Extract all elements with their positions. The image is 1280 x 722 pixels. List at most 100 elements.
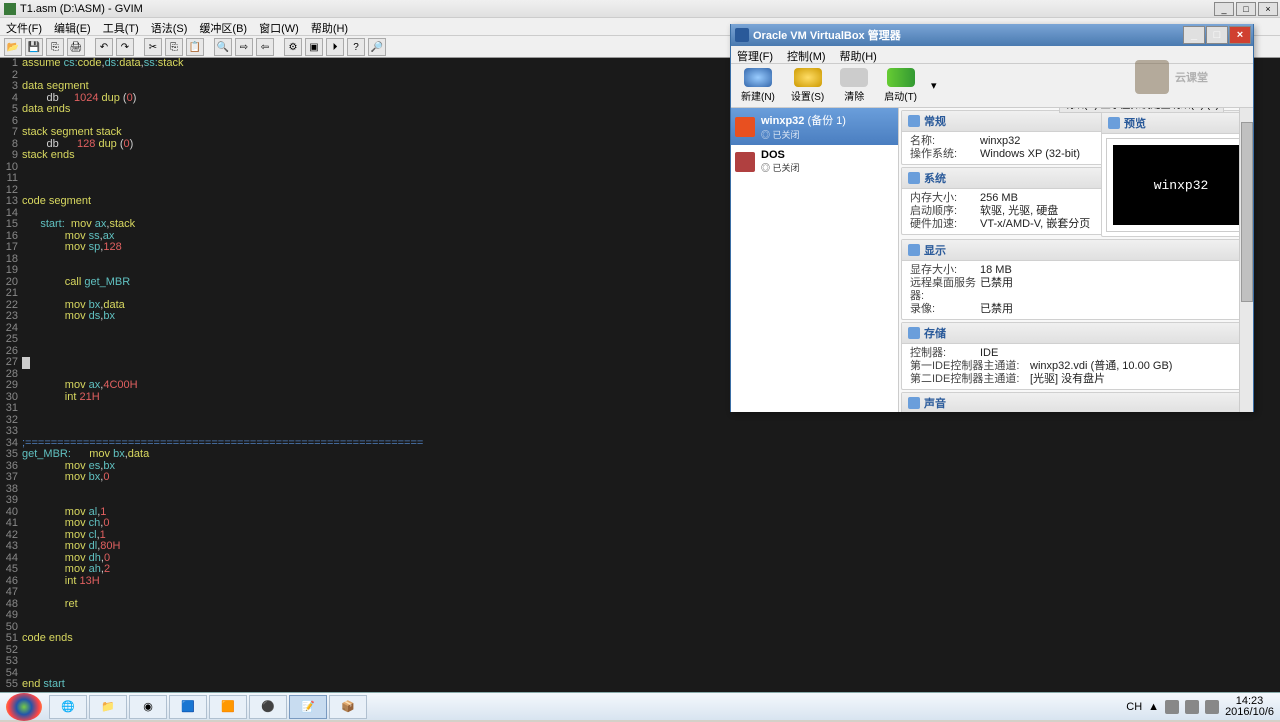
code-line[interactable]: 49 bbox=[0, 610, 1280, 622]
menu-item[interactable]: 管理(F) bbox=[737, 48, 773, 61]
print-icon[interactable]: 🖨 bbox=[67, 38, 85, 56]
tray-icon[interactable] bbox=[1185, 700, 1199, 714]
findprev-icon[interactable]: ⇦ bbox=[256, 38, 274, 56]
code-line[interactable]: 40 mov al,1 bbox=[0, 507, 1280, 519]
code-line[interactable]: 38 bbox=[0, 484, 1280, 496]
menu-item[interactable]: 语法(S) bbox=[151, 20, 188, 33]
code-line[interactable]: 43 mov dl,80H bbox=[0, 541, 1280, 553]
minimize-button[interactable]: _ bbox=[1214, 2, 1234, 16]
vm-preview-image: winxp32 bbox=[1113, 145, 1249, 225]
gvim-window-controls: _ □ × bbox=[1214, 2, 1278, 16]
toolbar-button[interactable]: 启动(T) bbox=[882, 66, 919, 105]
shell-icon[interactable]: ▣ bbox=[305, 38, 323, 56]
gvim-titlebar: T1.asm (D:\ASM) - GVIM bbox=[0, 0, 1280, 18]
display-icon bbox=[908, 244, 920, 256]
section-display: 显示 显存大小:18 MB 远程桌面服务器:已禁用 录像:已禁用 bbox=[901, 239, 1251, 320]
preview-icon bbox=[1108, 117, 1120, 129]
volume-icon[interactable] bbox=[1205, 700, 1219, 714]
task-vbox[interactable]: 📦 bbox=[329, 695, 367, 719]
redo-icon[interactable]: ↷ bbox=[116, 38, 134, 56]
save-icon[interactable]: 💾 bbox=[25, 38, 43, 56]
code-line[interactable]: 33 bbox=[0, 426, 1280, 438]
code-line[interactable]: 52 bbox=[0, 645, 1280, 657]
section-storage: 存储 控制器:IDE 第一IDE控制器主通道:winxp32.vdi (普通, … bbox=[901, 322, 1251, 390]
clock[interactable]: 14:23 2016/10/6 bbox=[1225, 696, 1274, 718]
task-explorer[interactable]: 📁 bbox=[89, 695, 127, 719]
menu-item[interactable]: 窗口(W) bbox=[259, 20, 299, 33]
tray-icon[interactable] bbox=[1165, 700, 1179, 714]
menu-item[interactable]: 文件(F) bbox=[6, 20, 42, 33]
code-line[interactable]: 51code ends bbox=[0, 633, 1280, 645]
system-icon bbox=[908, 172, 920, 184]
code-line[interactable]: 55end start bbox=[0, 679, 1280, 691]
code-line[interactable]: 50 bbox=[0, 622, 1280, 634]
code-line[interactable]: 46 int 13H bbox=[0, 576, 1280, 588]
cut-icon[interactable]: ✂ bbox=[144, 38, 162, 56]
scrollbar[interactable] bbox=[1239, 108, 1253, 412]
findnext-icon[interactable]: ⇨ bbox=[235, 38, 253, 56]
task-gvim[interactable]: 📝 bbox=[289, 695, 327, 719]
help-icon[interactable]: ? bbox=[347, 38, 365, 56]
toolbar-button[interactable]: 设置(S) bbox=[789, 66, 826, 105]
close-button[interactable]: × bbox=[1258, 2, 1278, 16]
code-line[interactable]: 35get_MBR: mov bx,data bbox=[0, 449, 1280, 461]
code-line[interactable]: 47 bbox=[0, 587, 1280, 599]
task-app1[interactable]: 🟦 bbox=[169, 695, 207, 719]
scrollbar-thumb[interactable] bbox=[1241, 122, 1253, 302]
tray-up-icon[interactable]: ▲ bbox=[1148, 701, 1159, 713]
general-icon bbox=[908, 115, 920, 127]
maximize-button[interactable]: □ bbox=[1236, 2, 1256, 16]
code-line[interactable]: 53 bbox=[0, 656, 1280, 668]
watermark: 云课堂 bbox=[1135, 60, 1208, 94]
code-line[interactable]: 32 bbox=[0, 415, 1280, 427]
vm-details: 明细(D) 显示虚拟机配置明细(S) (1) 常规 名称:winxp32 操作系… bbox=[899, 108, 1253, 412]
paste-icon[interactable]: 📋 bbox=[186, 38, 204, 56]
toolbar-button[interactable]: 新建(N) bbox=[739, 66, 777, 105]
code-line[interactable]: 45 mov ah,2 bbox=[0, 564, 1280, 576]
vm-item[interactable]: winxp32 (备份 1)◎ 已关闭 bbox=[731, 108, 898, 145]
task-obs[interactable]: ⚫ bbox=[249, 695, 287, 719]
vbox-titlebar[interactable]: Oracle VM VirtualBox 管理器 _ □ × bbox=[731, 24, 1253, 46]
menu-item[interactable]: 缓冲区(B) bbox=[199, 20, 247, 33]
code-line[interactable]: 34;=====================================… bbox=[0, 438, 1280, 450]
start-button[interactable] bbox=[6, 693, 42, 721]
close-button[interactable]: × bbox=[1229, 26, 1251, 44]
open-icon[interactable]: 📂 bbox=[4, 38, 22, 56]
menu-item[interactable]: 编辑(E) bbox=[54, 20, 91, 33]
dropdown-icon[interactable]: ▾ bbox=[931, 79, 937, 92]
vm-list[interactable]: winxp32 (备份 1)◎ 已关闭DOS ◎ 已关闭 bbox=[731, 108, 899, 412]
make-icon[interactable]: ⚙ bbox=[284, 38, 302, 56]
code-line[interactable]: 44 mov dh,0 bbox=[0, 553, 1280, 565]
search-icon[interactable]: 🔎 bbox=[368, 38, 386, 56]
minimize-button[interactable]: _ bbox=[1183, 26, 1205, 44]
tag-icon[interactable]: ⏵ bbox=[326, 38, 344, 56]
undo-icon[interactable]: ↶ bbox=[95, 38, 113, 56]
code-line[interactable]: 37 mov bx,0 bbox=[0, 472, 1280, 484]
saveall-icon[interactable]: ⎘ bbox=[46, 38, 64, 56]
code-line[interactable]: 39 bbox=[0, 495, 1280, 507]
code-line[interactable]: 54 bbox=[0, 668, 1280, 680]
menu-item[interactable]: 工具(T) bbox=[103, 20, 139, 33]
code-line[interactable]: 41 mov ch,0 bbox=[0, 518, 1280, 530]
menu-item[interactable]: 帮助(H) bbox=[840, 48, 877, 61]
vbox-window-controls: _ □ × bbox=[1183, 26, 1251, 44]
menu-item[interactable]: 控制(M) bbox=[787, 48, 826, 61]
copy-icon[interactable]: ⎘ bbox=[165, 38, 183, 56]
vm-item[interactable]: DOS ◎ 已关闭 bbox=[731, 145, 898, 178]
section-preview: 预览 winxp32 bbox=[1099, 110, 1251, 239]
task-app2[interactable]: 🟧 bbox=[209, 695, 247, 719]
code-line[interactable]: 36 mov es,bx bbox=[0, 461, 1280, 473]
maximize-button[interactable]: □ bbox=[1206, 26, 1228, 44]
system-tray[interactable]: CH ▲ 14:23 2016/10/6 bbox=[1120, 696, 1280, 718]
menu-item[interactable]: 帮助(H) bbox=[311, 20, 348, 33]
toolbar-button[interactable]: 清除 bbox=[838, 66, 870, 105]
section-audio: 声音 主机音频驱动:Windows DirectSound 控制芯片:ICH A… bbox=[901, 392, 1251, 412]
lang-indicator[interactable]: CH bbox=[1126, 701, 1142, 713]
task-ie[interactable]: 🌐 bbox=[49, 695, 87, 719]
storage-icon bbox=[908, 327, 920, 339]
taskbar[interactable]: 🌐 📁 ◉ 🟦 🟧 ⚫ 📝 📦 CH ▲ 14:23 2016/10/6 bbox=[0, 692, 1280, 720]
task-chrome[interactable]: ◉ bbox=[129, 695, 167, 719]
code-line[interactable]: 48 ret bbox=[0, 599, 1280, 611]
code-line[interactable]: 42 mov cl,1 bbox=[0, 530, 1280, 542]
find-icon[interactable]: 🔍 bbox=[214, 38, 232, 56]
